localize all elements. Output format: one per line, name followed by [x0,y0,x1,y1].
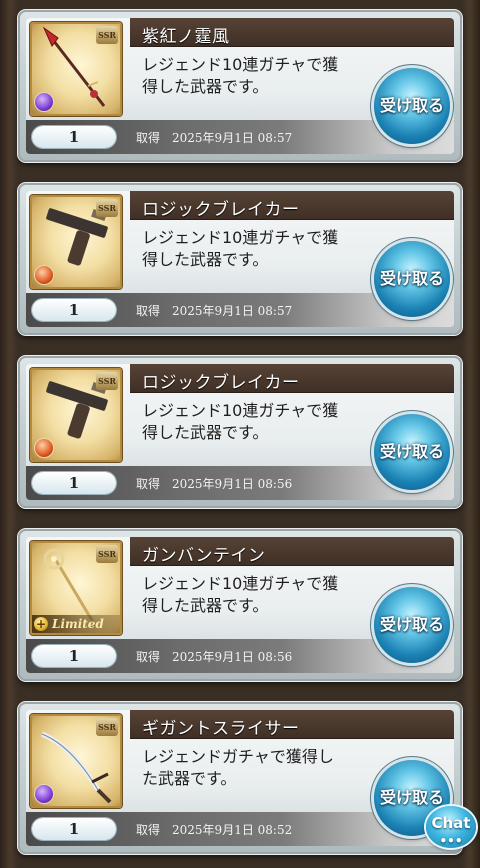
receive-button[interactable]: 受け取る [374,414,450,490]
weapon-thumbnail[interactable]: SSR Limited + [30,541,122,635]
light-element-icon: + [34,617,48,631]
item-title-bar: 紫紅ノ霆風 [130,18,454,47]
description-line: レジェンド10連ガチャで獲 [142,228,339,247]
item-name: 紫紅ノ霆風 [142,27,230,47]
fire-element-icon [34,438,54,458]
description-line: 得した武器です。 [142,250,269,269]
item-name: ロジックブレイカー [142,373,300,393]
fire-element-icon [34,265,54,285]
rarity-badge: SSR [96,26,118,44]
rarity-badge: SSR [96,199,118,217]
present-item-card: SSR ロジックブレイカー レジェンド10連ガチャで獲 得した武器です。 1 取… [18,183,462,335]
item-description: レジェンド10連ガチャで獲 得した武器です。 [142,400,362,444]
description-line: レジェンド10連ガチャで獲 [142,574,339,593]
item-title-bar: ロジックブレイカー [130,191,454,220]
present-item-card: SSR 紫紅ノ霆風 レジェンド10連ガチャで獲 得した武器です。 1 取得 202… [18,10,462,162]
weapon-thumbnail[interactable]: SSR [30,22,122,116]
rarity-badge: SSR [96,718,118,736]
quantity-badge: 1 [32,818,116,840]
present-item-inner: SSR 紫紅ノ霆風 レジェンド10連ガチャで獲 得した武器です。 1 取得 202… [26,18,454,154]
item-title-bar: ガンバンテイン [130,537,454,566]
present-item-card: SSR ロジックブレイカー レジェンド10連ガチャで獲 得した武器です。 1 取… [18,356,462,508]
acquired-info: 取得 2025年9月1日 08:52 [136,821,292,838]
acquired-label: 取得 [136,650,161,664]
chat-button[interactable]: Chat ••• [426,806,476,848]
acquired-info: 取得 2025年9月1日 08:56 [136,648,292,665]
quantity-badge: 1 [32,472,116,494]
description-line: 得した武器です。 [142,77,269,96]
acquired-label: 取得 [136,823,161,837]
quantity-badge: 1 [32,126,116,148]
description-line: レジェンド10連ガチャで獲 [142,401,339,420]
chat-label: Chat [431,814,471,832]
present-item-inner: SSR Limited + ガンバンテイン レジェンド10連ガチャで獲 得した武… [26,537,454,673]
quantity-badge: 1 [32,299,116,321]
rarity-badge: SSR [96,372,118,390]
receive-button[interactable]: 受け取る [374,241,450,317]
dark-element-icon [34,92,54,112]
present-box-list: SSR 紫紅ノ霆風 レジェンド10連ガチャで獲 得した武器です。 1 取得 202… [0,0,480,868]
receive-button[interactable]: 受け取る [374,587,450,663]
weapon-thumbnail[interactable]: SSR [30,714,122,808]
description-line: 得した武器です。 [142,423,269,442]
item-name: ロジックブレイカー [142,200,300,220]
weapon-thumbnail[interactable]: SSR [30,368,122,462]
weapon-thumbnail[interactable]: SSR [30,195,122,289]
item-description: レジェンド10連ガチャで獲 得した武器です。 [142,573,362,617]
description-line: た武器です。 [142,769,237,788]
chat-dots-icon: ••• [439,834,463,848]
acquired-date: 2025年9月1日 08:52 [172,823,293,837]
acquired-date: 2025年9月1日 08:56 [172,650,293,664]
present-item-card: SSR ギガントスライサー レジェンドガチャで獲得し た武器です。 1 取得 20… [18,702,462,854]
present-item-inner: SSR ロジックブレイカー レジェンド10連ガチャで獲 得した武器です。 1 取… [26,191,454,327]
item-description: レジェンド10連ガチャで獲 得した武器です。 [142,54,362,98]
item-title-bar: ロジックブレイカー [130,364,454,393]
acquired-label: 取得 [136,477,161,491]
present-item-inner: SSR ギガントスライサー レジェンドガチャで獲得し た武器です。 1 取得 20… [26,710,454,846]
acquired-info: 取得 2025年9月1日 08:57 [136,302,292,319]
description-line: レジェンドガチャで獲得し [142,747,334,766]
dark-element-icon [34,784,54,804]
item-name: ギガントスライサー [142,719,300,739]
present-item-card: SSR Limited + ガンバンテイン レジェンド10連ガチャで獲 得した武… [18,529,462,681]
acquired-label: 取得 [136,304,161,318]
acquired-label: 取得 [136,131,161,145]
acquired-date: 2025年9月1日 08:57 [172,304,293,318]
acquired-info: 取得 2025年9月1日 08:56 [136,475,292,492]
acquired-info: 取得 2025年9月1日 08:57 [136,129,292,146]
present-item-inner: SSR ロジックブレイカー レジェンド10連ガチャで獲 得した武器です。 1 取… [26,364,454,500]
rarity-badge: SSR [96,545,118,563]
item-description: レジェンド10連ガチャで獲 得した武器です。 [142,227,362,271]
description-line: 得した武器です。 [142,596,269,615]
description-line: レジェンド10連ガチャで獲 [142,55,339,74]
quantity-badge: 1 [32,645,116,667]
acquired-date: 2025年9月1日 08:57 [172,131,293,145]
item-name: ガンバンテイン [142,546,266,566]
item-title-bar: ギガントスライサー [130,710,454,739]
receive-button[interactable]: 受け取る [374,68,450,144]
item-description: レジェンドガチャで獲得し た武器です。 [142,746,362,790]
acquired-date: 2025年9月1日 08:56 [172,477,293,491]
